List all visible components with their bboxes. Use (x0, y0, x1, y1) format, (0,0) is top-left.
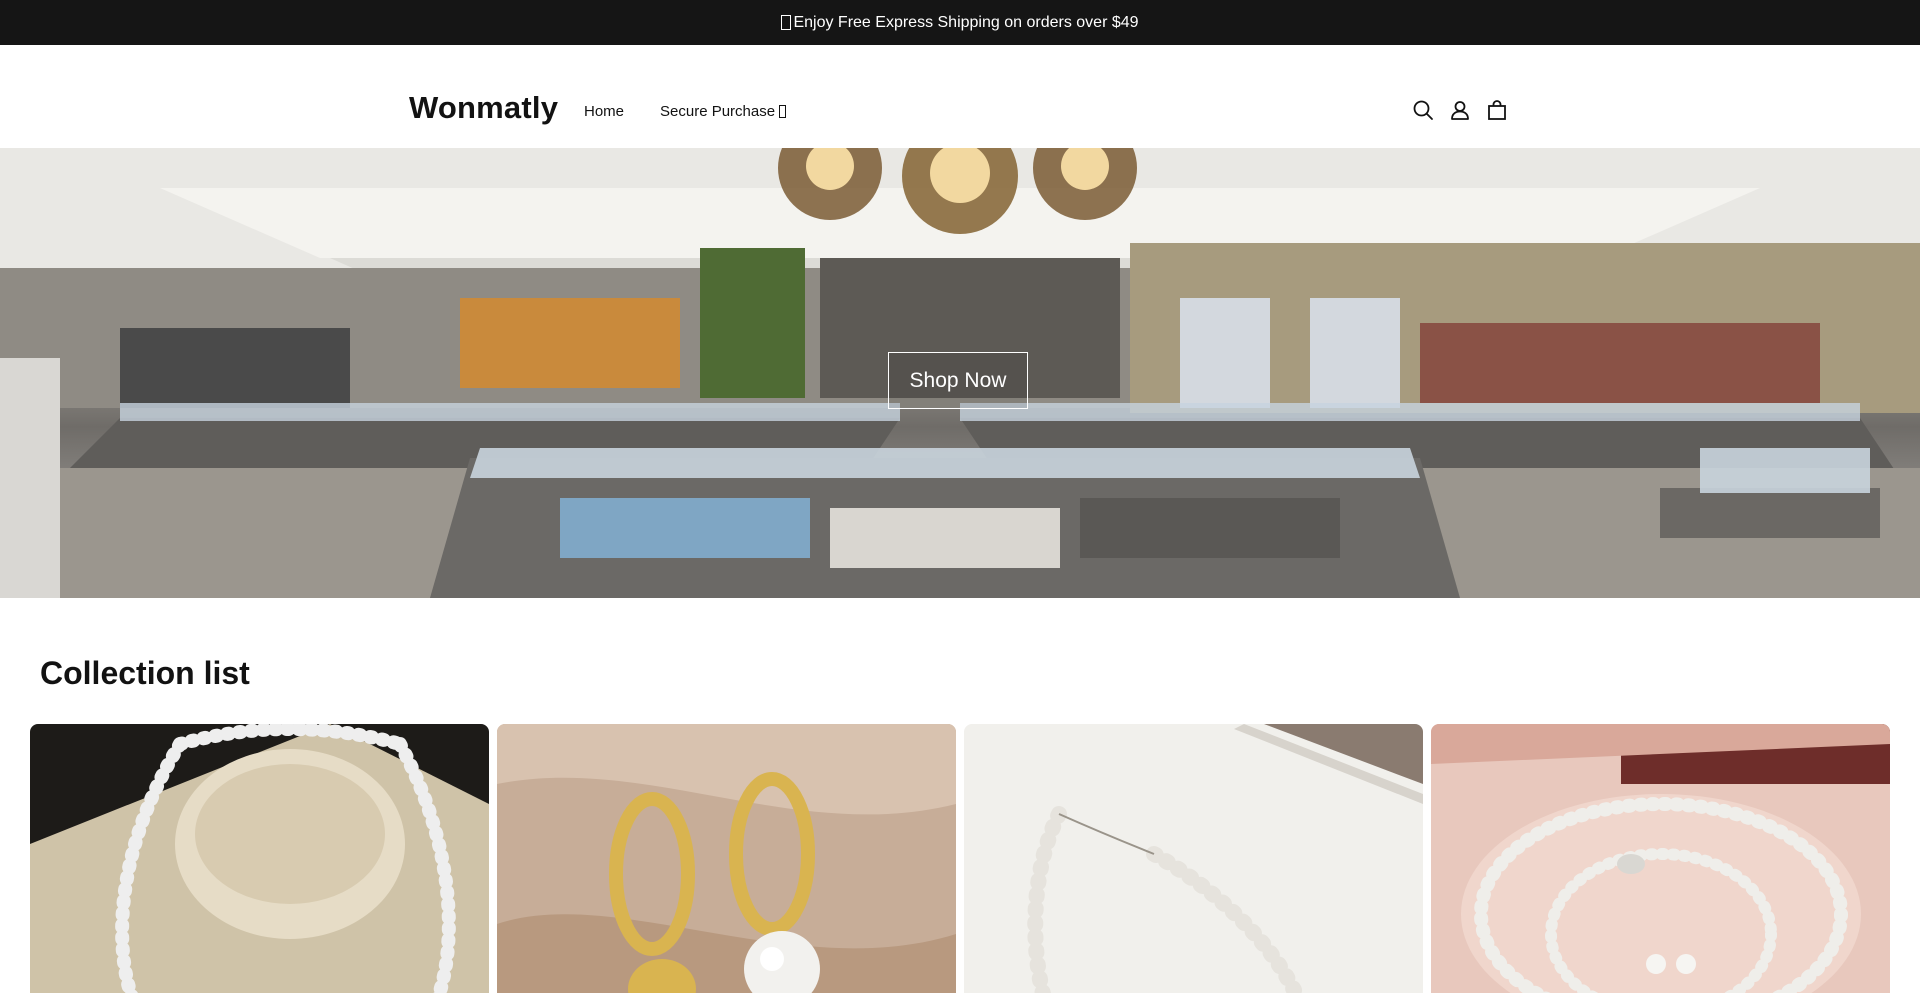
collection-card-pearl-necklace[interactable] (30, 724, 489, 993)
site-header: Wonmatly Home Secure Purchase (0, 45, 1920, 148)
nav-secure-purchase[interactable]: Secure Purchase (660, 103, 787, 120)
search-icon[interactable] (1412, 99, 1434, 121)
hero-banner: Shop Now (0, 148, 1920, 598)
collection-cards (30, 724, 1890, 993)
account-icon[interactable] (1449, 99, 1471, 121)
collection-list-title: Collection list (40, 655, 250, 691)
cart-icon[interactable] (1486, 99, 1508, 121)
shop-now-button[interactable]: Shop Now (888, 352, 1028, 409)
collection-card-pearl-bracelet[interactable] (964, 724, 1423, 993)
card-image-pearl-jewelry-set (1431, 724, 1890, 993)
store-logo[interactable]: Wonmatly (409, 90, 558, 126)
header-icons (1412, 99, 1508, 121)
nav-home-label: Home (584, 103, 625, 120)
announcement-text: Enjoy Free Express Shipping on orders ov… (793, 13, 1139, 31)
collection-card-gold-earrings[interactable] (497, 724, 956, 993)
main-nav: Home Secure Purchase (584, 103, 787, 120)
unknown-glyph-icon (781, 15, 792, 30)
unknown-glyph-icon (779, 105, 787, 118)
card-image-pearl-necklace-on-stand (30, 724, 489, 993)
announcement-bar: Enjoy Free Express Shipping on orders ov… (0, 0, 1920, 45)
card-image-gold-pearl-earrings (497, 724, 956, 993)
nav-home[interactable]: Home (584, 103, 624, 120)
nav-secure-purchase-label: Secure Purchase (660, 103, 776, 120)
card-image-pearl-bracelet (964, 724, 1423, 993)
collection-card-pearl-set[interactable] (1431, 724, 1890, 993)
